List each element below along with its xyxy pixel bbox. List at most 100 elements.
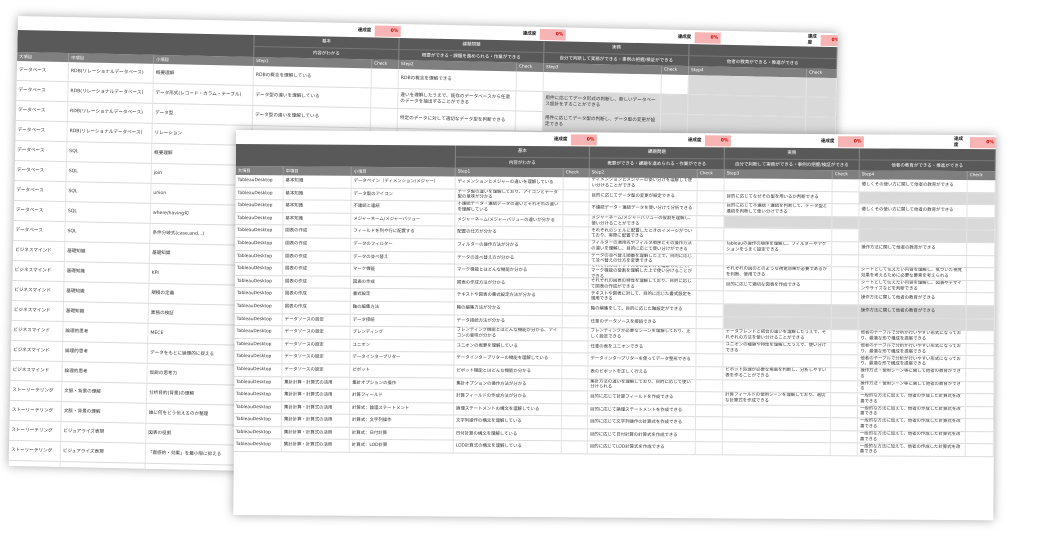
check-cell[interactable] — [562, 378, 589, 391]
check-cell[interactable] — [561, 441, 588, 454]
check-cell[interactable] — [967, 255, 996, 268]
check-cell[interactable] — [832, 179, 860, 191]
check-cell[interactable] — [831, 267, 860, 280]
check-cell[interactable] — [695, 442, 723, 455]
check-cell[interactable] — [967, 192, 996, 205]
check-cell[interactable] — [832, 204, 860, 217]
check-cell[interactable] — [697, 190, 725, 203]
check-cell[interactable] — [697, 241, 725, 253]
check-cell[interactable] — [562, 278, 589, 290]
check-cell[interactable] — [563, 189, 590, 202]
check-cell[interactable] — [563, 202, 590, 215]
check-cell[interactable] — [696, 341, 724, 354]
check-cell[interactable] — [515, 111, 544, 132]
check-cell[interactable] — [561, 416, 589, 429]
check-cell[interactable] — [806, 77, 837, 98]
check-cell[interactable] — [831, 380, 859, 393]
check-cell[interactable] — [806, 97, 837, 118]
check-cell[interactable] — [966, 293, 995, 306]
check-cell[interactable] — [563, 240, 590, 253]
check-cell[interactable] — [697, 228, 725, 241]
check-cell[interactable] — [696, 379, 724, 392]
check-cell[interactable] — [831, 279, 859, 292]
check-cell[interactable] — [696, 278, 724, 291]
check-cell[interactable] — [696, 392, 724, 405]
check-cell[interactable] — [831, 342, 859, 355]
check-cell[interactable] — [967, 180, 996, 192]
check-cell[interactable] — [966, 318, 995, 331]
check-cell[interactable] — [966, 381, 995, 394]
check-cell[interactable] — [966, 406, 995, 419]
check-cell[interactable] — [966, 280, 995, 293]
check-cell[interactable] — [966, 356, 995, 369]
check-cell[interactable] — [697, 216, 725, 228]
check-cell[interactable] — [697, 253, 725, 266]
check-cell[interactable] — [562, 353, 589, 366]
check-cell[interactable] — [696, 266, 725, 279]
check-cell[interactable] — [695, 417, 724, 430]
check-cell[interactable] — [831, 292, 859, 305]
table-cell: 操作方法に関して他者の教育ができる — [859, 242, 968, 255]
check-cell[interactable] — [562, 403, 589, 416]
check-cell[interactable] — [696, 329, 724, 342]
check-cell[interactable] — [696, 404, 724, 417]
check-cell[interactable] — [965, 431, 994, 444]
check-cell[interactable] — [697, 203, 725, 216]
check-cell[interactable] — [967, 230, 996, 243]
check-cell[interactable] — [966, 343, 995, 356]
check-cell[interactable] — [832, 242, 860, 254]
check-cell[interactable] — [562, 328, 589, 341]
check-cell[interactable] — [832, 254, 860, 267]
check-cell[interactable] — [562, 303, 589, 315]
check-cell[interactable] — [563, 227, 590, 240]
check-cell[interactable] — [966, 268, 996, 281]
check-cell[interactable] — [661, 94, 689, 115]
check-cell[interactable] — [831, 405, 859, 418]
check-cell[interactable] — [831, 355, 859, 368]
check-cell[interactable] — [370, 108, 399, 128]
check-cell[interactable] — [371, 88, 399, 108]
check-cell[interactable] — [661, 74, 689, 95]
check-cell[interactable] — [966, 369, 995, 381]
check-cell[interactable] — [832, 216, 860, 229]
check-cell[interactable] — [562, 290, 589, 303]
check-cell[interactable] — [832, 229, 860, 242]
check-cell[interactable] — [696, 316, 724, 329]
check-cell[interactable] — [831, 330, 859, 343]
check-cell[interactable] — [563, 177, 590, 190]
check-cell[interactable] — [966, 394, 995, 406]
check-cell[interactable] — [660, 114, 689, 135]
check-cell[interactable] — [696, 304, 724, 316]
check-cell[interactable] — [695, 430, 723, 442]
check-cell[interactable] — [965, 444, 994, 457]
check-cell[interactable] — [516, 71, 544, 92]
check-cell[interactable] — [830, 443, 858, 456]
check-cell[interactable] — [831, 393, 859, 406]
check-cell[interactable] — [697, 178, 725, 191]
check-cell[interactable] — [831, 305, 859, 317]
check-cell[interactable] — [967, 205, 996, 218]
check-cell[interactable] — [696, 367, 724, 379]
check-cell[interactable] — [563, 215, 590, 227]
check-cell[interactable] — [563, 252, 590, 265]
check-cell[interactable] — [830, 431, 858, 443]
check-cell[interactable] — [832, 191, 860, 204]
check-cell[interactable] — [562, 265, 590, 278]
check-cell[interactable] — [696, 291, 724, 304]
check-cell[interactable] — [831, 368, 859, 380]
check-cell[interactable] — [696, 354, 724, 367]
check-cell[interactable] — [371, 68, 399, 88]
check-cell[interactable] — [830, 418, 859, 431]
check-cell[interactable] — [562, 391, 589, 404]
check-cell[interactable] — [831, 317, 859, 330]
check-cell[interactable] — [966, 306, 995, 318]
check-cell[interactable] — [967, 243, 996, 255]
check-cell[interactable] — [965, 419, 994, 432]
check-cell[interactable] — [516, 91, 544, 112]
check-cell[interactable] — [562, 315, 589, 328]
check-cell[interactable] — [966, 331, 995, 344]
check-cell[interactable] — [562, 366, 589, 378]
check-cell[interactable] — [967, 217, 996, 230]
check-cell[interactable] — [562, 341, 589, 353]
check-cell[interactable] — [561, 429, 588, 441]
